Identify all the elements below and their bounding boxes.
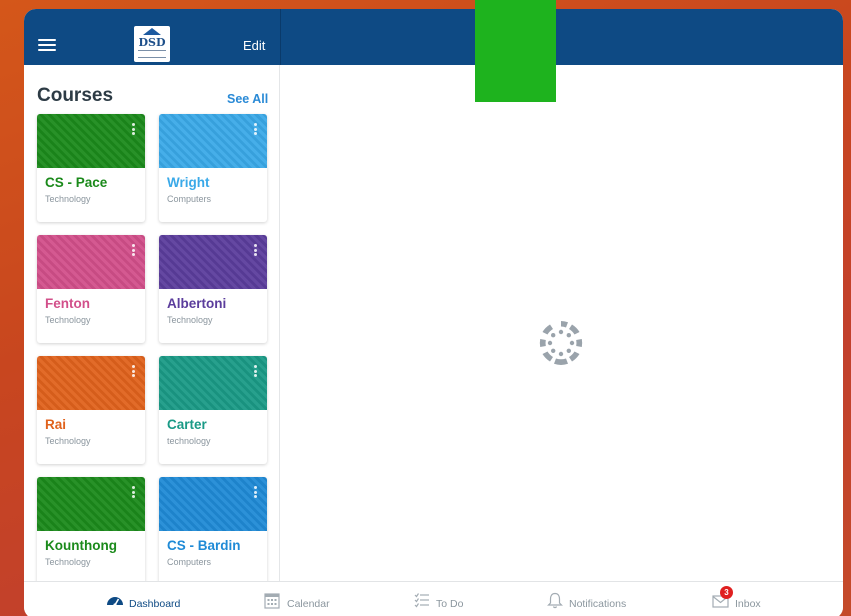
course-card-albertoni[interactable]: Albertoni Technology — [159, 235, 267, 343]
green-overlay-block — [475, 0, 556, 102]
tab-notifications-label: Notifications — [569, 598, 627, 610]
course-banner — [159, 477, 267, 531]
course-card-kounthong[interactable]: Kounthong Technology — [37, 477, 145, 585]
course-name: CS - Pace — [45, 175, 108, 190]
course-name: Rai — [45, 417, 67, 432]
course-subtitle: Computers — [167, 557, 212, 567]
school-logo: DSD — [134, 26, 170, 62]
course-card-rai[interactable]: Rai Technology — [37, 356, 145, 464]
see-all-link[interactable]: See All — [227, 92, 268, 106]
hamburger-icon[interactable] — [38, 39, 56, 53]
course-subtitle: Technology — [167, 315, 213, 325]
course-subtitle: technology — [167, 436, 211, 446]
course-banner — [159, 235, 267, 289]
more-options-icon[interactable] — [254, 486, 257, 498]
course-subtitle: Technology — [45, 436, 91, 446]
edit-button[interactable]: Edit — [243, 38, 265, 53]
ipad-screen: DSD Edit Courses See All CS - Pace Techn… — [24, 9, 843, 616]
more-options-icon[interactable] — [132, 486, 135, 498]
course-banner — [37, 235, 145, 289]
course-card-carter[interactable]: Carter technology — [159, 356, 267, 464]
course-subtitle: Technology — [45, 557, 91, 567]
sidebar-header: DSD Edit — [24, 9, 280, 65]
dashboard-gauge-icon — [107, 597, 123, 607]
course-card-cs-pace[interactable]: CS - Pace Technology — [37, 114, 145, 222]
course-banner — [159, 356, 267, 410]
more-options-icon[interactable] — [132, 123, 135, 135]
course-subtitle: Computers — [167, 194, 212, 204]
course-card-cs-bardin[interactable]: CS - Bardin Computers — [159, 477, 267, 585]
bell-icon — [547, 592, 563, 609]
course-banner — [37, 114, 145, 168]
course-name: Kounthong — [45, 538, 117, 553]
course-name: Wright — [167, 175, 210, 190]
course-name: CS - Bardin — [167, 538, 241, 553]
more-options-icon[interactable] — [254, 123, 257, 135]
course-name: Carter — [167, 417, 207, 432]
course-name: Albertoni — [167, 296, 227, 311]
more-options-icon[interactable] — [132, 244, 135, 256]
calendar-icon — [264, 593, 280, 609]
detail-header — [281, 9, 843, 65]
course-banner — [37, 477, 145, 531]
course-card-fenton[interactable]: Fenton Technology — [37, 235, 145, 343]
tab-dashboard-label: Dashboard — [129, 598, 181, 610]
checklist-icon — [414, 593, 429, 608]
inbox-unread-badge: 3 — [720, 586, 733, 599]
tab-calendar-label: Calendar — [287, 598, 330, 610]
tab-inbox-label: Inbox — [735, 598, 761, 610]
course-banner — [159, 114, 267, 168]
course-banner — [37, 356, 145, 410]
canvas-logo-spinner-icon — [539, 321, 583, 365]
more-options-icon[interactable] — [254, 365, 257, 377]
logo-text: DSD — [138, 36, 166, 49]
tab-todo-label: To Do — [436, 598, 464, 610]
courses-sidebar: Courses See All CS - Pace Technology Wri… — [24, 65, 280, 585]
more-options-icon[interactable] — [254, 244, 257, 256]
bottom-tab-bar: Dashboard Calendar To Do Notifications 3… — [24, 581, 843, 616]
course-name: Fenton — [45, 296, 90, 311]
course-subtitle: Technology — [45, 194, 91, 204]
course-subtitle: Technology — [45, 315, 91, 325]
courses-title: Courses — [37, 85, 114, 106]
more-options-icon[interactable] — [132, 365, 135, 377]
course-card-wright[interactable]: Wright Computers — [159, 114, 267, 222]
